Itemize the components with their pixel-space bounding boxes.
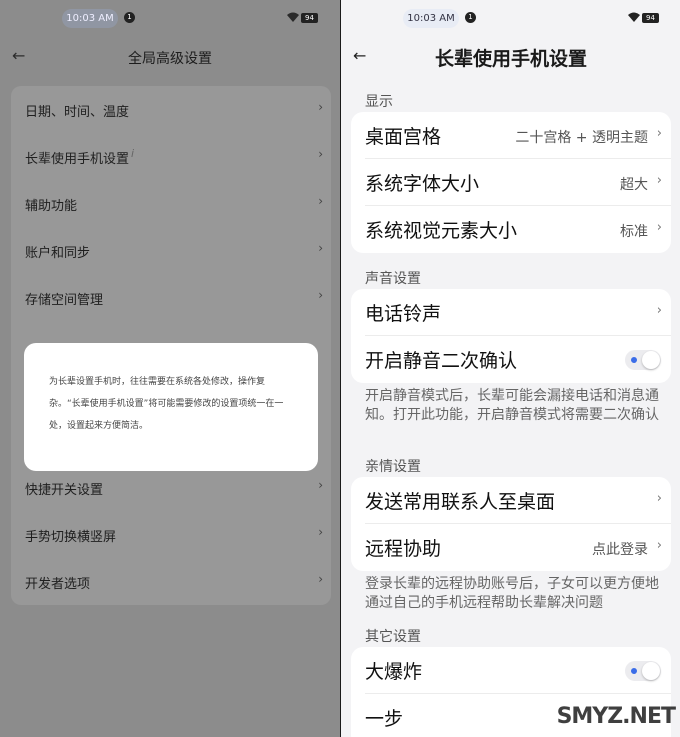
big-bang-row: 大爆炸 (351, 647, 671, 694)
status-bar: 10:03 AM 1 94 (341, 0, 680, 36)
row-value: 标准 (620, 224, 648, 240)
watermark: SMYZ.NET (556, 704, 676, 729)
list-item-label: 快捷开关设置 (25, 483, 104, 498)
display-card: 桌面宫格 二十宫格 + 透明主题 › 系统字体大小 超大 › 系统视觉元素大小 … (351, 112, 671, 253)
chevron-right-icon: › (318, 478, 323, 492)
chevron-right-icon: › (318, 572, 323, 586)
info-dialog: 为长辈设置手机时，往往需要在系统各处修改，操作复杂。“长辈使用手机设置”将可能需… (24, 343, 318, 471)
row-label: 桌面宫格 (365, 126, 442, 148)
status-bar: 10:03 AM 1 94 (0, 0, 340, 36)
list-item-elder-settings[interactable]: 长辈使用手机设置 i › (11, 133, 331, 180)
chevron-right-icon: › (656, 220, 662, 235)
list-item-date-time[interactable]: 日期、时间、温度 › (11, 86, 331, 133)
row-label: 发送常用联系人至桌面 (365, 491, 556, 513)
chevron-right-icon: › (656, 491, 662, 506)
visual-element-size-row[interactable]: 系统视觉元素大小 标准 › (351, 206, 671, 253)
row-label: 远程协助 (365, 538, 442, 560)
row-label: 开启静音二次确认 (365, 350, 518, 372)
list-item-label: 账户和同步 (25, 246, 91, 261)
family-card: 发送常用联系人至桌面 › 远程协助 点此登录 › (351, 477, 671, 571)
wifi-icon (628, 12, 640, 22)
battery-icon: 94 (642, 13, 659, 23)
row-label: 系统字体大小 (365, 173, 480, 195)
desktop-grid-row[interactable]: 桌面宫格 二十宫格 + 透明主题 › (351, 112, 671, 159)
page-title: 长辈使用手机设置 (434, 48, 587, 70)
list-item-label: 存储空间管理 (25, 293, 104, 308)
chevron-right-icon: › (656, 303, 662, 318)
toggle-knob (642, 351, 660, 369)
list-item-accessibility[interactable]: 辅助功能 › (11, 180, 331, 227)
chevron-right-icon: › (656, 126, 662, 141)
chevron-right-icon: › (656, 173, 662, 188)
send-contacts-row[interactable]: 发送常用联系人至桌面 › (351, 477, 671, 524)
list-item-accounts[interactable]: 账户和同步 › (11, 227, 331, 274)
ringtone-row[interactable]: 电话铃声 › (351, 289, 671, 336)
chevron-right-icon: › (318, 194, 323, 208)
list-item-label: 辅助功能 (25, 199, 78, 214)
dialog-text: 为长辈设置手机时，往往需要在系统各处修改，操作复杂。“长辈使用手机设置”将可能需… (49, 377, 284, 431)
row-value: 点此登录 (592, 542, 648, 558)
family-note: 登录长辈的远程协助账号后，子女可以更方便地通过自己的手机远程帮助长辈解决问题 (365, 576, 659, 611)
row-label: 系统视觉元素大小 (365, 220, 518, 242)
notification-badge: 1 (465, 12, 476, 23)
silent-confirm-toggle[interactable] (625, 350, 661, 370)
chevron-right-icon: › (318, 525, 323, 539)
status-time: 10:03 AM (62, 9, 118, 28)
row-label: 电话铃声 (365, 303, 442, 325)
chevron-right-icon: › (318, 241, 323, 255)
right-screen: 10:03 AM 1 94 ← 长辈使用手机设置 显示 桌面宫格 二十宫格 + … (341, 0, 680, 737)
chevron-right-icon: › (318, 288, 323, 302)
notification-badge: 1 (124, 12, 135, 23)
header: ← 长辈使用手机设置 (341, 36, 680, 78)
toggle-knob (642, 662, 660, 680)
header: ← 全局高级设置 (0, 36, 340, 78)
list-item-gesture-rotate[interactable]: 手势切换横竖屏 › (11, 511, 331, 558)
list-item-quick-switch[interactable]: 快捷开关设置 › (11, 464, 331, 511)
row-value: 超大 (620, 177, 648, 193)
list-item-developer[interactable]: 开发者选项 › (11, 558, 331, 605)
sound-card: 电话铃声 › 开启静音二次确认 (351, 289, 671, 383)
toggle-indicator (631, 357, 637, 363)
big-bang-toggle[interactable] (625, 661, 661, 681)
section-title-sound: 声音设置 (365, 271, 421, 287)
list-item-label: 开发者选项 (25, 577, 91, 592)
row-label: 一步 (365, 708, 404, 730)
list-item-label: 日期、时间、温度 (25, 105, 130, 120)
status-time: 10:03 AM (403, 9, 459, 28)
page-title: 全局高级设置 (128, 51, 212, 67)
section-title-other: 其它设置 (365, 629, 421, 645)
section-title-display: 显示 (365, 94, 393, 110)
chevron-right-icon: › (318, 100, 323, 114)
wifi-icon (287, 12, 299, 22)
chevron-right-icon: › (656, 538, 662, 553)
remote-assist-row[interactable]: 远程协助 点此登录 › (351, 524, 671, 571)
list-item-label: 手势切换横竖屏 (25, 530, 117, 545)
font-size-row[interactable]: 系统字体大小 超大 › (351, 159, 671, 206)
silent-confirm-row: 开启静音二次确认 (351, 336, 671, 383)
battery-icon: 94 (301, 13, 318, 23)
sound-note: 开启静音模式后，长辈可能会漏接电话和消息通知。打开此功能，开启静音模式将需要二次… (365, 388, 659, 423)
list-item-label: 长辈使用手机设置 (25, 152, 130, 167)
info-icon: i (131, 147, 135, 160)
toggle-indicator (631, 668, 637, 674)
left-screen: 10:03 AM 1 94 ← 全局高级设置 日期、时间、温度 › 长辈使用手机… (0, 0, 340, 737)
section-title-family: 亲情设置 (365, 459, 421, 475)
row-label: 大爆炸 (365, 661, 423, 683)
row-value: 二十宫格 + 透明主题 (515, 130, 648, 146)
chevron-right-icon: › (318, 147, 323, 161)
list-item-storage[interactable]: 存储空间管理 › (11, 274, 331, 321)
